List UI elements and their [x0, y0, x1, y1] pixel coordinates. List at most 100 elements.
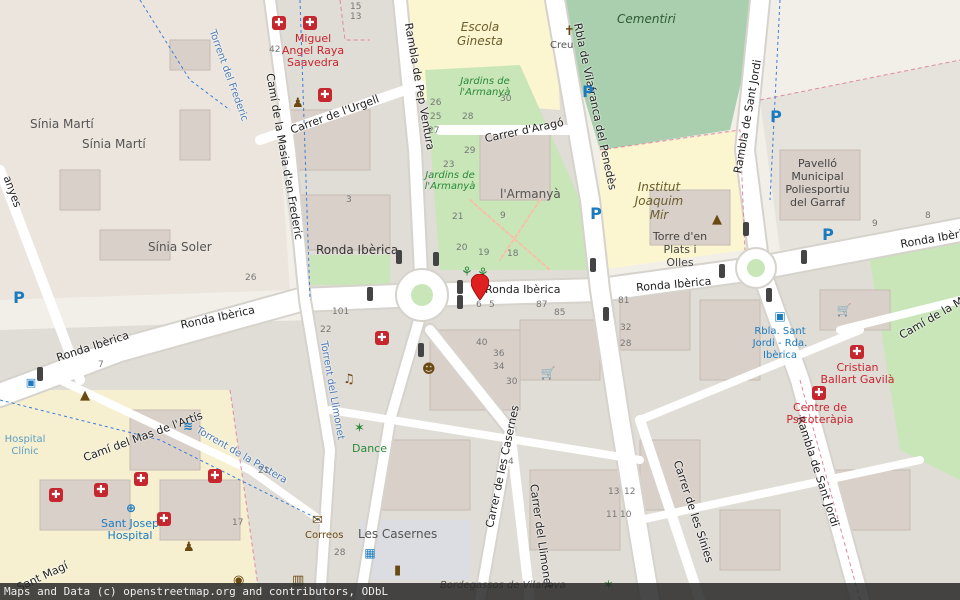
- park-ronda: [310, 255, 390, 285]
- place-label-institut: Institut Joaquim Mir: [634, 180, 684, 222]
- house-number: 9: [500, 211, 506, 221]
- house-number: 28: [334, 548, 346, 558]
- house-number: 34: [493, 362, 505, 372]
- house-number: 26: [430, 98, 442, 108]
- street-label-ronda-iberica-center: Ronda Ibèrica: [485, 283, 561, 296]
- house-number: 5: [489, 300, 495, 310]
- shop-icon-2[interactable]: 🛒: [836, 302, 852, 318]
- poi-label-hospital: Sant Josep Hospital: [101, 517, 159, 542]
- pharmacy-icon[interactable]: ✚: [272, 16, 286, 30]
- castle-icon[interactable]: ▲: [80, 388, 90, 403]
- map-attribution: Maps and Data (c) openstreetmap.org and …: [0, 583, 960, 600]
- house-number: 7: [98, 360, 104, 370]
- creu-icon[interactable]: ✝: [564, 24, 575, 39]
- place-label-les-casernes: Les Casernes: [358, 527, 438, 541]
- toilet-icon[interactable]: ▦: [362, 545, 378, 561]
- traffic-light-icon: [766, 288, 772, 302]
- house-number: 30: [500, 94, 512, 104]
- post-office-icon[interactable]: ✉: [312, 513, 323, 528]
- traffic-light-icon: [396, 250, 402, 264]
- childcare-icon-2[interactable]: ♟: [183, 540, 195, 555]
- house-number: 9: [872, 219, 878, 229]
- house-number: 81: [618, 296, 630, 306]
- poi-label-hospital-clinic: Hospital Clínic: [4, 434, 46, 457]
- water-icon[interactable]: ≋: [180, 418, 196, 434]
- place-label-jardins-2: Jardins de l'Armanyà: [424, 170, 476, 192]
- poi-label-centre-psicoterapia: Centre de Psicoteràpia: [786, 401, 854, 426]
- house-number: 3: [346, 195, 352, 205]
- house-number: 13: [350, 12, 362, 22]
- house-number: 20: [456, 243, 468, 253]
- place-label-sinia-marti-1: Sínia Martí: [30, 117, 94, 131]
- house-number: 40: [476, 338, 488, 348]
- house-number: 32: [620, 323, 632, 333]
- house-number: 22: [320, 325, 332, 335]
- house-number: 4: [508, 457, 514, 467]
- house-number: 42: [269, 45, 281, 55]
- house-number: 6: [476, 300, 482, 310]
- house-number: 101: [332, 307, 350, 317]
- theatre-icon[interactable]: ☻: [422, 362, 436, 377]
- house-number: 11: [606, 510, 618, 520]
- pharmacy-icon-3[interactable]: ✚: [318, 88, 332, 102]
- house-number: 87: [536, 300, 548, 310]
- place-label-pavello: Pavelló Municipal Poliesportiu del Garra…: [785, 157, 850, 209]
- traffic-light-icon: [418, 343, 424, 357]
- traffic-light-icon: [457, 280, 463, 294]
- hospital-icon-5[interactable]: ✚: [208, 469, 222, 483]
- house-number: 29: [464, 146, 476, 156]
- dance-icon[interactable]: ✶: [354, 421, 365, 436]
- house-number: 17: [232, 518, 244, 528]
- pharmacy-icon-2[interactable]: ✚: [303, 16, 317, 30]
- house-number: 30: [506, 377, 518, 387]
- traffic-light-icon: [603, 307, 609, 321]
- house-number: 28: [620, 339, 632, 349]
- music-icon[interactable]: ♫: [343, 372, 355, 387]
- poi-label-bus-stop: Rbla. Sant Jordi - Rda. Ibèrica: [752, 326, 808, 361]
- pharmacy-icon-6[interactable]: ✚: [812, 386, 826, 400]
- house-number: 19: [478, 248, 490, 258]
- hospital-icon-4[interactable]: ✚: [157, 512, 171, 526]
- place-label-l-armanya: l'Armanyà: [500, 187, 561, 201]
- parking-icon-4[interactable]: P: [820, 227, 836, 243]
- house-number: 25: [430, 112, 442, 122]
- parking-icon-3[interactable]: P: [588, 206, 604, 222]
- map-canvas[interactable]: Ronda Ibèrica Ronda Ibèrica Ronda Ibèric…: [0, 0, 960, 600]
- house-number: 8: [925, 211, 931, 221]
- childcare-icon[interactable]: ♟: [292, 96, 304, 111]
- parking-icon-2[interactable]: P: [768, 109, 784, 125]
- house-number: 18: [507, 249, 519, 259]
- traffic-light-icon: [433, 252, 439, 266]
- pharmacy-icon-5[interactable]: ✚: [850, 345, 864, 359]
- hospital-icon-3[interactable]: ✚: [134, 472, 148, 486]
- place-label-cementiri: Cementiri: [617, 12, 676, 26]
- cafe-icon[interactable]: ▮: [394, 563, 401, 578]
- house-number: 28: [462, 112, 474, 122]
- school-icon[interactable]: ▲: [712, 212, 722, 227]
- pharmacy-icon-4[interactable]: ✚: [375, 331, 389, 345]
- place-label-escola-ginesta: Escola Ginesta: [457, 20, 503, 48]
- place-label-creu: Creu: [550, 40, 574, 51]
- traffic-light-icon: [457, 295, 463, 309]
- house-number: 85: [554, 308, 566, 318]
- poi-label-miguel-angel: Miguel Angel Raya Saavedra: [281, 32, 345, 69]
- location-marker-icon[interactable]: [471, 274, 489, 300]
- house-number: 12: [624, 487, 636, 497]
- hospital-pin-icon[interactable]: ⊕: [123, 500, 139, 516]
- parking-icon-5[interactable]: P: [11, 290, 27, 306]
- house-number: 27: [428, 126, 440, 136]
- parking-icon[interactable]: P: [580, 84, 596, 100]
- poi-label-correos: Correos: [305, 530, 344, 541]
- shop-icon[interactable]: 🛒: [540, 365, 556, 381]
- poi-label-dance: Dance: [352, 442, 387, 455]
- place-label-sinia-soler: Sínia Soler: [148, 240, 212, 254]
- house-number: 10: [620, 510, 632, 520]
- traffic-light-icon: [590, 258, 596, 272]
- hospital-icon-2[interactable]: ✚: [94, 483, 108, 497]
- house-number: 21: [258, 466, 270, 476]
- place-label-torre-plats: Torre d'en Plats i Olles: [652, 230, 708, 269]
- hospital-icon[interactable]: ✚: [49, 488, 63, 502]
- house-number: 26: [245, 273, 257, 283]
- place-label-ronda-iberica-building: Ronda Ibèrica: [316, 243, 399, 257]
- bus-stop-icon[interactable]: ▣: [772, 308, 788, 324]
